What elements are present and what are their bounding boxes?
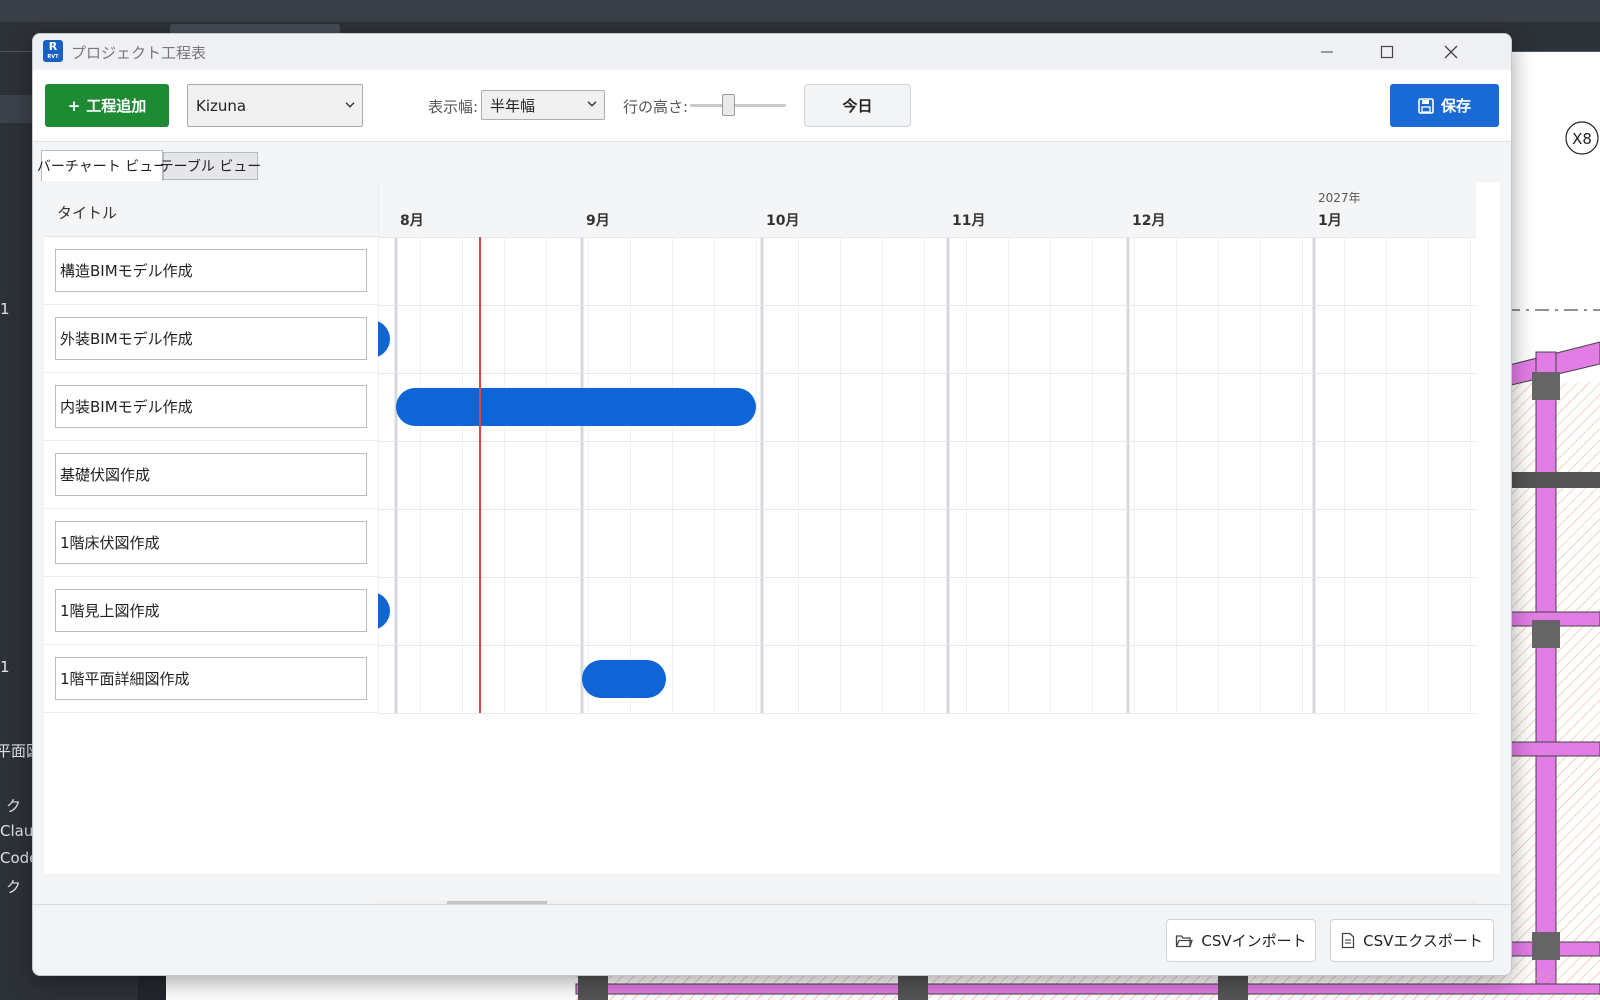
close-button[interactable] xyxy=(1421,34,1481,70)
task-row: 構造BIMモデル作成 xyxy=(44,237,378,305)
save-label: 保存 xyxy=(1440,97,1471,115)
chevron-down-icon xyxy=(345,101,355,108)
month-label: 1月 xyxy=(1318,213,1342,229)
document-icon xyxy=(1341,932,1355,949)
host-app-titlebar xyxy=(0,0,1600,22)
project-select-value: Kizuna xyxy=(196,96,247,115)
tab-table-view[interactable]: テーブル ビュー xyxy=(160,152,261,180)
gantt-timeline[interactable]: 8月 9月 10月 11月 12月 1月 2027年 xyxy=(378,182,1476,874)
toolbar: + 工程追加 Kizuna 表示幅: 半年幅 行の高さ: 今日 保存 xyxy=(33,70,1511,142)
plus-icon: + xyxy=(67,96,81,115)
csv-import-label: CSVインポート xyxy=(1201,932,1307,950)
row-height-label: 行の高さ: xyxy=(623,98,689,116)
task-title-input[interactable]: 1階床伏図作成 xyxy=(55,521,367,564)
year-label: 2027年 xyxy=(1318,191,1361,205)
task-title-input[interactable]: 1階平面詳細図作成 xyxy=(55,657,367,700)
timeline-header xyxy=(378,182,1476,237)
host-app-label: ク xyxy=(6,797,22,815)
gantt-chart-svg: 8月 9月 10月 11月 12月 1月 2027年 xyxy=(378,182,1476,714)
app-icon-sublabel: RVT xyxy=(47,54,59,60)
task-bar[interactable] xyxy=(396,388,756,426)
host-app-label: 1 xyxy=(0,658,10,676)
add-task-button[interactable]: + 工程追加 xyxy=(45,84,169,127)
window-titlebar[interactable]: R RVT プロジェクト工程表 xyxy=(33,34,1511,70)
title-column: タイトル 構造BIMモデル作成 外装BIMモデル作成 内装BIMモデル作成 基礎… xyxy=(44,182,378,874)
today-button[interactable]: 今日 xyxy=(804,84,911,127)
month-label: 9月 xyxy=(586,213,610,229)
close-icon xyxy=(1444,45,1458,59)
row-height-slider-thumb[interactable] xyxy=(721,94,735,116)
tab-bar-chart-view[interactable]: バーチャート ビュー xyxy=(37,150,167,181)
month-label: 12月 xyxy=(1132,213,1165,229)
task-title-input[interactable]: 1階見上図作成 xyxy=(55,589,367,632)
task-row: 内装BIMモデル作成 xyxy=(44,373,378,441)
project-select[interactable]: Kizuna xyxy=(187,84,363,127)
grid-bubble-label: X8 xyxy=(1572,130,1592,148)
row-height-slider[interactable] xyxy=(690,104,786,107)
month-label: 8月 xyxy=(400,213,424,229)
save-icon xyxy=(1418,97,1434,114)
revit-app-icon: R RVT xyxy=(43,40,63,62)
task-bar[interactable] xyxy=(378,592,390,630)
maximize-icon xyxy=(1380,45,1394,59)
bar-chart-view-panel: タイトル 構造BIMモデル作成 外装BIMモデル作成 内装BIMモデル作成 基礎… xyxy=(44,182,1500,922)
task-row: 基礎伏図作成 xyxy=(44,441,378,509)
task-bar[interactable] xyxy=(378,320,390,358)
task-row: 1階床伏図作成 xyxy=(44,509,378,577)
app-icon-letter: R xyxy=(48,40,58,53)
display-range-label: 表示幅: xyxy=(428,98,479,116)
month-label: 10月 xyxy=(766,213,799,229)
save-button[interactable]: 保存 xyxy=(1390,84,1499,127)
display-range-value: 半年幅 xyxy=(490,96,536,115)
footer-bar: CSVインポート CSVエクスポート xyxy=(33,904,1511,975)
schedule-window: R RVT プロジェクト工程表 + 工程追加 Kizuna 表示幅: 半年幅 行… xyxy=(32,33,1512,976)
folder-open-icon xyxy=(1176,935,1194,948)
task-row: 外装BIMモデル作成 xyxy=(44,305,378,373)
chevron-down-icon xyxy=(587,101,597,107)
host-app-label: 1 xyxy=(0,300,10,318)
task-title-input[interactable]: 外装BIMモデル作成 xyxy=(55,317,367,360)
minimize-icon xyxy=(1321,51,1333,53)
csv-export-button[interactable]: CSVエクスポート xyxy=(1330,919,1494,962)
maximize-button[interactable] xyxy=(1357,34,1417,70)
task-bar[interactable] xyxy=(582,660,666,698)
host-app-label: ク xyxy=(6,878,22,896)
task-row: 1階平面詳細図作成 xyxy=(44,645,378,713)
csv-import-button[interactable]: CSVインポート xyxy=(1166,919,1316,962)
task-title-input[interactable]: 構造BIMモデル作成 xyxy=(55,249,367,292)
month-label: 11月 xyxy=(952,213,985,229)
task-row: 1階見上図作成 xyxy=(44,577,378,645)
display-range-select[interactable]: 半年幅 xyxy=(481,90,605,120)
window-title: プロジェクト工程表 xyxy=(71,44,207,62)
task-title-input[interactable]: 内装BIMモデル作成 xyxy=(55,385,367,428)
csv-export-label: CSVエクスポート xyxy=(1363,932,1483,950)
title-column-header: タイトル xyxy=(44,182,378,237)
task-title-input[interactable]: 基礎伏図作成 xyxy=(55,453,367,496)
add-task-label: 工程追加 xyxy=(86,97,147,115)
minimize-button[interactable] xyxy=(1297,34,1357,70)
